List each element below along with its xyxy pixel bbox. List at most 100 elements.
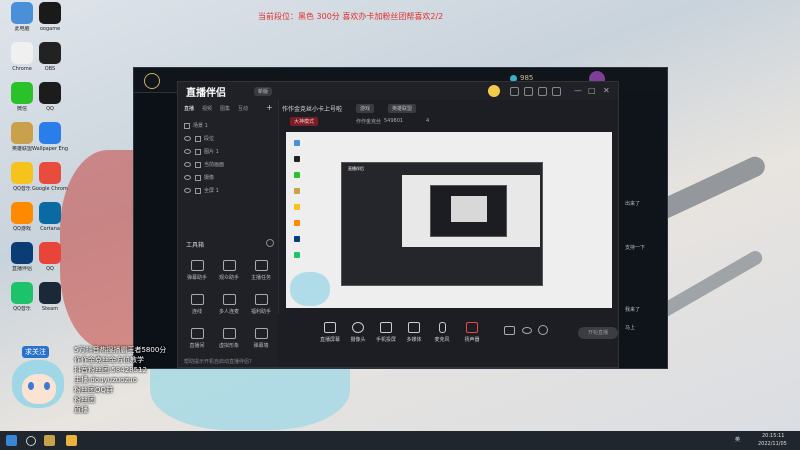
tool-danmu[interactable]: 弹幕助手 <box>182 260 212 281</box>
record-icon[interactable] <box>504 326 515 335</box>
desktop-icon-label: Google Chrome <box>32 186 68 192</box>
avatar-icon <box>222 328 236 339</box>
scene-row[interactable]: 图片 1 <box>184 148 219 155</box>
control-label: 手机投屏 <box>375 337 396 343</box>
mic-button[interactable]: 麦克风 <box>428 322 456 343</box>
desktop-icon[interactable]: Cortana <box>32 202 68 232</box>
scene-label: 图片 1 <box>204 149 219 155</box>
settings-icon[interactable] <box>552 87 561 96</box>
tab-interact[interactable]: 互动 <box>238 105 248 112</box>
search-icon[interactable] <box>26 436 36 446</box>
tool-multi-mic[interactable]: 多人连麦 <box>214 294 244 315</box>
media-button[interactable]: 多媒体 <box>400 322 428 343</box>
desktop-icon[interactable]: QQ <box>32 242 68 272</box>
taskbar: 英 20:15:11 2022/11/05 <box>0 431 800 450</box>
overlay-line: 直播 <box>74 406 88 414</box>
camera-icon <box>352 322 364 333</box>
tab-video[interactable]: 视频 <box>202 105 212 112</box>
speaker-icon <box>466 322 478 333</box>
desktop-icon-mini <box>294 236 300 242</box>
phone-cast-button[interactable]: 手机投屏 <box>372 322 400 343</box>
sticker-eye-right <box>44 382 50 390</box>
desktop-icon-label: OBS <box>44 66 56 72</box>
tray-lang[interactable]: 英 <box>735 436 740 443</box>
stream-info-overlay: 5万抖音热搜播霸王者5800分 作作金克丝金方位教学 抖音粉丝团:5842851… <box>74 345 204 415</box>
scene-row[interactable]: 当前画面 <box>184 161 224 168</box>
speaker-button[interactable]: 扬声器 <box>458 322 486 343</box>
desktop-icon[interactable]: Steam <box>32 282 68 312</box>
app-icon <box>39 162 61 184</box>
audience-icon <box>222 260 236 271</box>
tool-label: 弹幕墙 <box>253 343 269 349</box>
scene-label: 摄像 <box>204 175 215 181</box>
start-live-button[interactable]: 开始直播 <box>578 327 618 339</box>
gear-icon[interactable] <box>538 325 548 335</box>
overlay-line: 抖音粉丝团:58428512 <box>74 366 147 374</box>
desktop-icon-label: Wallpaper Engine <box>32 146 68 152</box>
scene-row[interactable]: 全屏 1 <box>184 187 219 194</box>
tray-date: 2022/11/05 <box>758 441 787 447</box>
tool-tasks[interactable]: 主播任务 <box>246 260 276 281</box>
more-icon[interactable] <box>266 239 274 247</box>
app-icon <box>11 122 33 144</box>
stream-title: 作作金克丝小卡上号啦 <box>282 106 343 113</box>
eye-icon[interactable] <box>184 162 191 167</box>
tool-welfare[interactable]: 福利助手 <box>246 294 276 315</box>
tag-pill[interactable]: 游戏 <box>356 104 375 113</box>
chat-line: 马上 <box>625 325 636 331</box>
scene-row[interactable]: 场景 1 <box>184 122 208 129</box>
scene-row[interactable]: 摄像 <box>184 174 214 181</box>
tool-avatar[interactable]: 虚拟形象 <box>214 328 244 349</box>
app-icon <box>11 42 33 64</box>
eye-icon[interactable] <box>184 188 191 193</box>
danmu-wall-icon <box>254 328 268 339</box>
scene-label: 全屏 1 <box>204 188 219 194</box>
message-icon[interactable] <box>524 87 533 96</box>
minimize-button[interactable]: — <box>574 86 582 95</box>
lol-taskbar-icon[interactable] <box>44 435 55 446</box>
danmu-icon <box>190 260 204 271</box>
tab-gallery[interactable]: 图集 <box>220 105 230 112</box>
desktop-icon[interactable]: Wallpaper Engine <box>32 122 68 152</box>
maximize-button[interactable]: □ <box>588 86 596 95</box>
eye-icon[interactable] <box>184 175 191 180</box>
eye-icon[interactable] <box>184 136 191 141</box>
live-companion-window[interactable]: 直播伴侣 新版 — □ ✕ 直播 视频 图集 互动 + 场景 1 段位 图片 1… <box>177 81 619 368</box>
lol-social-panel: 出来了 支持一下 我来了 马上 <box>619 92 667 368</box>
tool-danmu-wall[interactable]: 弹幕墙 <box>246 328 276 349</box>
chat-line: 出来了 <box>625 201 641 207</box>
app-icon <box>39 82 61 104</box>
chat-line: 我来了 <box>625 307 641 313</box>
mode-pill[interactable]: 大神模式 <box>290 117 319 126</box>
desktop-icon[interactable]: QQ <box>32 82 68 112</box>
desktop-icon-mini <box>294 220 300 226</box>
control-label: 多媒体 <box>406 337 422 343</box>
desktop-icon[interactable]: oogame <box>32 2 68 32</box>
camera-button[interactable]: 摄像头 <box>344 322 372 343</box>
checkbox-icon <box>184 122 190 129</box>
user-avatar[interactable] <box>488 85 500 97</box>
gift-icon[interactable] <box>538 87 547 96</box>
eye-icon[interactable] <box>522 327 532 334</box>
scene-label: 当前画面 <box>204 162 225 168</box>
scene-row[interactable]: 段位 <box>184 135 214 142</box>
tool-connect[interactable]: 连线 <box>182 294 212 315</box>
tool-audience[interactable]: 观众助手 <box>214 260 244 281</box>
desktop-icon[interactable]: OBS <box>32 42 68 72</box>
close-button[interactable]: ✕ <box>603 86 610 95</box>
overlay-line: 作作金克丝金方位教学 <box>74 356 144 364</box>
desktop-icon[interactable]: Google Chrome <box>32 162 68 192</box>
add-scene-icon[interactable]: + <box>266 103 273 112</box>
tab-live[interactable]: 直播 <box>184 105 194 112</box>
stream-preview[interactable]: 直播伴侣 <box>286 132 612 308</box>
screen-capture-button[interactable]: 直播屏幕 <box>316 322 344 343</box>
category-pill[interactable]: 英雄联盟 <box>388 104 417 113</box>
app-icon <box>11 282 33 304</box>
eye-icon[interactable] <box>184 149 191 154</box>
app-icon <box>39 122 61 144</box>
shield-icon[interactable] <box>510 87 519 96</box>
version-badge[interactable]: 新版 <box>254 87 273 96</box>
start-menu-icon[interactable] <box>6 435 17 446</box>
folder-icon[interactable] <box>66 435 77 446</box>
nested-preview-2 <box>451 196 487 222</box>
